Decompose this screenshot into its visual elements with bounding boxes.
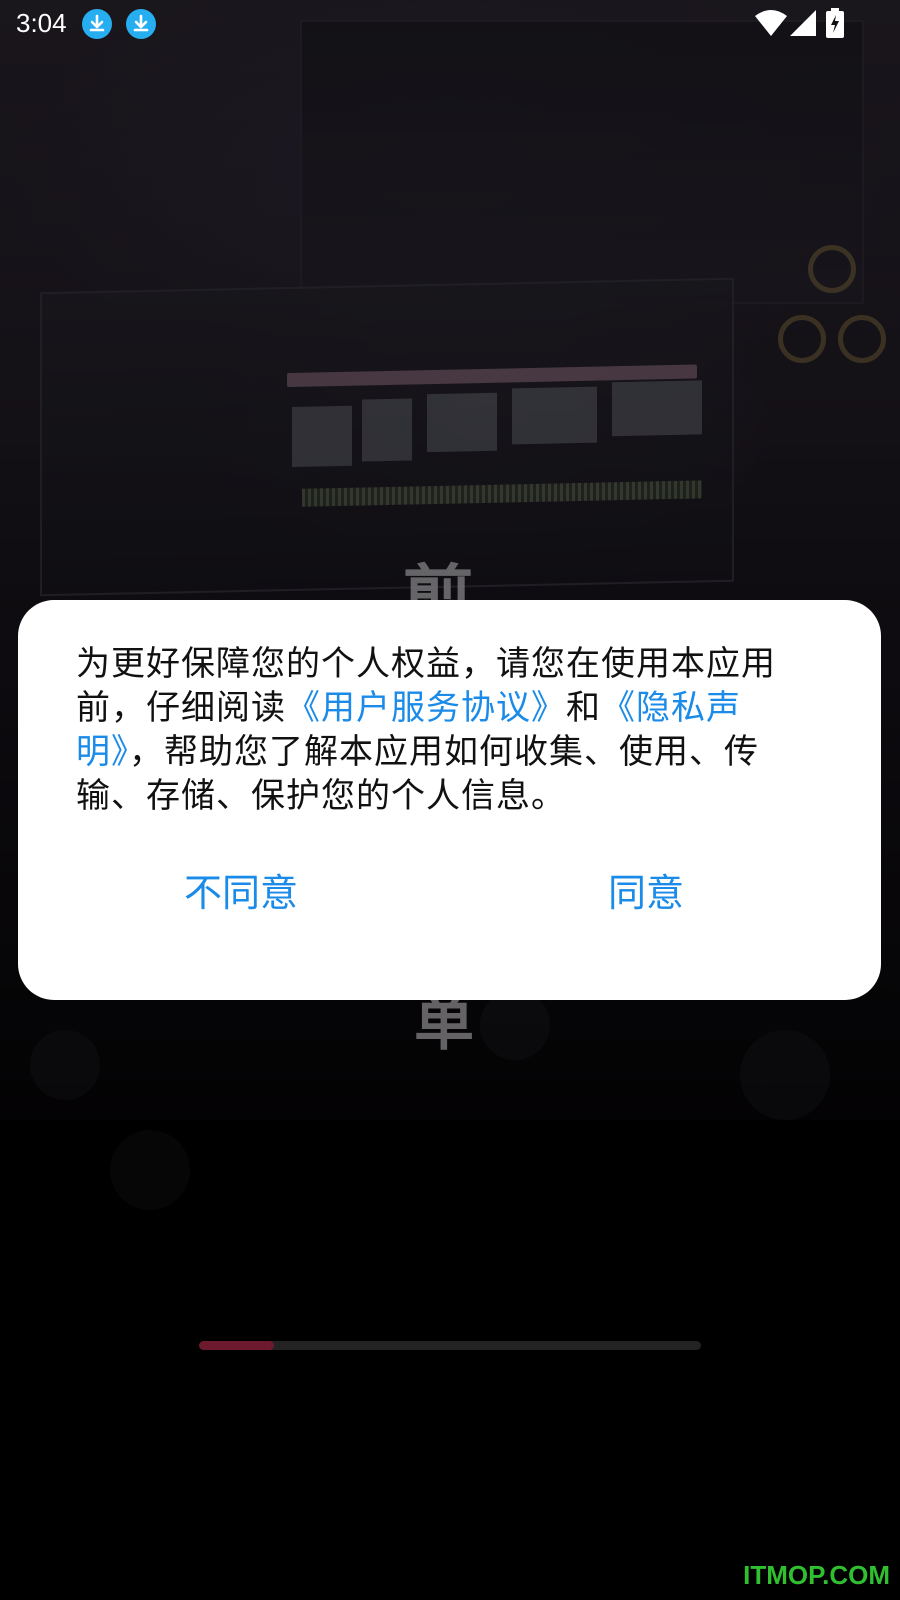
wifi-icon bbox=[755, 10, 787, 40]
download-icon bbox=[126, 9, 156, 39]
loading-progress-bar bbox=[199, 1341, 701, 1350]
splash-screen: 剪 单 3:04 为更好保障您的个人权益，请您在使用本应用前，仔细阅读《用户服务… bbox=[0, 0, 900, 1600]
privacy-message-text: ，帮助您了解本应用如何收集、使用、传输、存储、保护您的个人信息。 bbox=[76, 732, 759, 816]
agree-button[interactable]: 同意 bbox=[608, 868, 684, 918]
signal-icon bbox=[790, 10, 816, 40]
privacy-message: 为更好保障您的个人权益，请您在使用本应用前，仔细阅读《用户服务协议》和《隐私声明… bbox=[76, 642, 818, 818]
download-icon bbox=[82, 9, 112, 39]
status-time: 3:04 bbox=[16, 8, 67, 38]
disagree-button[interactable]: 不同意 bbox=[184, 868, 298, 918]
privacy-dialog: 为更好保障您的个人权益，请您在使用本应用前，仔细阅读《用户服务协议》和《隐私声明… bbox=[18, 600, 881, 1000]
battery-charging-icon bbox=[826, 8, 844, 42]
loading-progress-fill bbox=[199, 1341, 275, 1350]
watermark: ITMOP.COM bbox=[743, 1560, 890, 1590]
status-bar: 3:04 bbox=[0, 0, 900, 48]
privacy-message-text: 和 bbox=[566, 688, 601, 728]
user-agreement-link[interactable]: 《用户服务协议》 bbox=[286, 688, 566, 728]
